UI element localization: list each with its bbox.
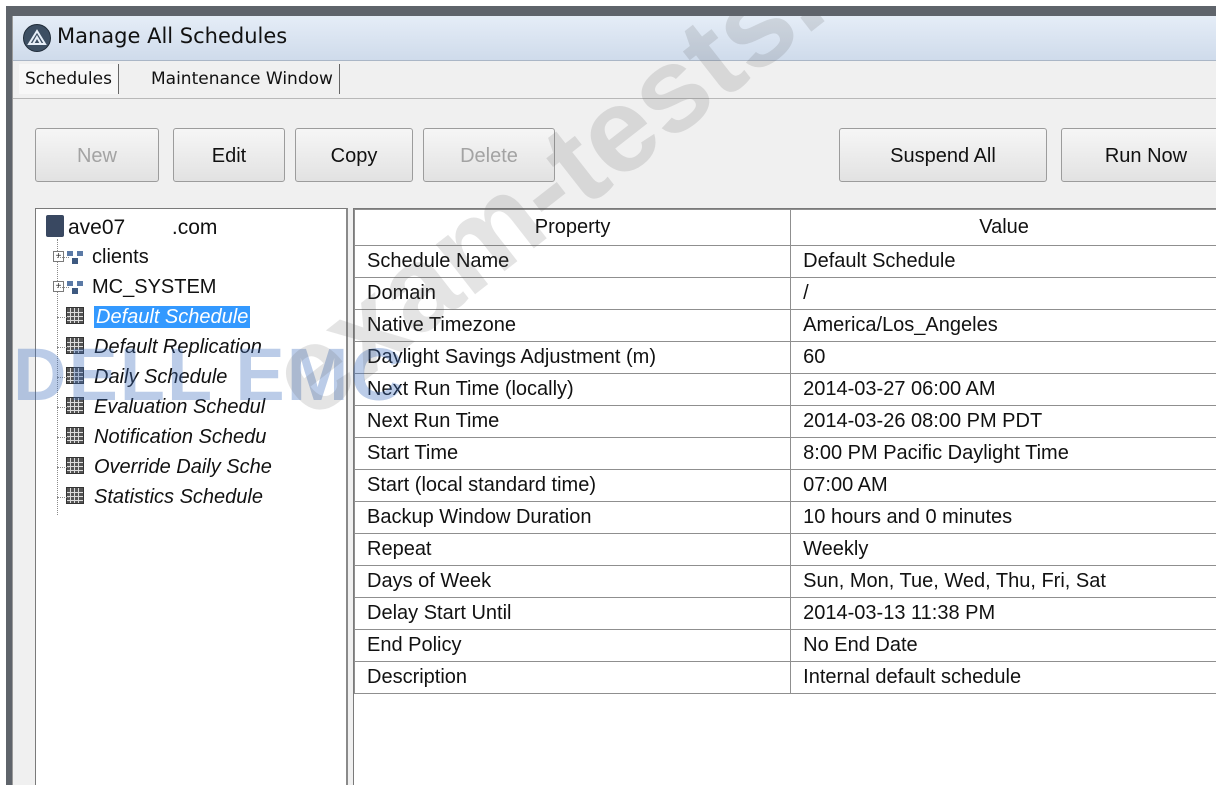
- tree-item-mc-system[interactable]: + MC_SYSTEM: [53, 273, 217, 301]
- property-value: 60: [790, 341, 1216, 374]
- property-name: Backup Window Duration: [354, 501, 792, 534]
- tree-item-label: Override Daily Sche: [94, 456, 272, 478]
- calendar-icon: [66, 427, 84, 444]
- manage-schedules-window: Manage All Schedules Schedules Maintenan…: [12, 16, 1216, 785]
- tree-item-label: Default Schedule: [94, 306, 251, 328]
- app-logo-icon: [23, 24, 51, 52]
- tree-item-label: MC_SYSTEM: [92, 276, 217, 298]
- property-value: 8:00 PM Pacific Daylight Time: [790, 437, 1216, 470]
- table-row[interactable]: Schedule Name Default Schedule: [354, 245, 1216, 278]
- suspend-all-button[interactable]: Suspend All: [839, 128, 1047, 182]
- tree-item-default-schedule[interactable]: Default Schedule: [57, 303, 251, 331]
- table-header-row: Property Value: [354, 209, 1216, 246]
- table-row[interactable]: End Policy No End Date: [354, 629, 1216, 662]
- calendar-icon: [66, 397, 84, 414]
- table-row[interactable]: Next Run Time 2014-03-26 08:00 PM PDT: [354, 405, 1216, 438]
- tree-item-label: Evaluation Schedul: [94, 396, 266, 418]
- table-row[interactable]: Description Internal default schedule: [354, 661, 1216, 694]
- column-header-value[interactable]: Value: [790, 209, 1216, 246]
- property-name: Daylight Savings Adjustment (m): [354, 341, 792, 374]
- tree-item-label: Statistics Schedule: [94, 486, 263, 508]
- property-value: 2014-03-13 11:38 PM: [790, 597, 1216, 630]
- property-name: Description: [354, 661, 792, 694]
- property-value: Weekly: [790, 533, 1216, 566]
- tree-item-label: clients: [92, 246, 149, 268]
- property-value: /: [790, 277, 1216, 310]
- tab-maintenance-window[interactable]: Maintenance Window: [145, 64, 340, 94]
- calendar-icon: [66, 307, 84, 324]
- tree-item-evaluation-schedule[interactable]: Evaluation Schedul: [57, 393, 266, 421]
- property-value: America/Los_Angeles: [790, 309, 1216, 342]
- property-value: 2014-03-26 08:00 PM PDT: [790, 405, 1216, 438]
- calendar-icon: [66, 457, 84, 474]
- tab-schedules[interactable]: Schedules: [19, 64, 119, 94]
- property-name: Next Run Time (locally): [354, 373, 792, 406]
- calendar-icon: [66, 337, 84, 354]
- property-name: Domain: [354, 277, 792, 310]
- tree-root-label: ave07 .com: [68, 216, 218, 239]
- tree-item-daily-schedule[interactable]: Daily Schedule: [57, 363, 228, 391]
- delete-button[interactable]: Delete: [423, 128, 555, 182]
- property-name: Start (local standard time): [354, 469, 792, 502]
- tab-strip: Schedules Maintenance Window: [13, 62, 1216, 99]
- property-value: 2014-03-27 06:00 AM: [790, 373, 1216, 406]
- properties-table: Property Value Schedule Name Default Sche…: [354, 209, 1216, 694]
- table-row[interactable]: Start (local standard time) 07:00 AM: [354, 469, 1216, 502]
- table-row[interactable]: Delay Start Until 2014-03-13 11:38 PM: [354, 597, 1216, 630]
- table-row[interactable]: Days of Week Sun, Mon, Tue, Wed, Thu, Fri…: [354, 565, 1216, 598]
- schedule-tree: ave07 .com + clients + MC_SYSTEM Default…: [35, 208, 348, 785]
- table-row[interactable]: Backup Window Duration 10 hours and 0 min…: [354, 501, 1216, 534]
- new-button[interactable]: New: [35, 128, 159, 182]
- calendar-icon: [66, 367, 84, 384]
- column-header-property[interactable]: Property: [354, 209, 792, 246]
- tree-item-label: Default Replication: [94, 336, 262, 358]
- property-name: Delay Start Until: [354, 597, 792, 630]
- property-name: Schedule Name: [354, 245, 792, 278]
- property-value: 07:00 AM: [790, 469, 1216, 502]
- property-name: Native Timezone: [354, 309, 792, 342]
- property-name: Start Time: [354, 437, 792, 470]
- copy-button[interactable]: Copy: [295, 128, 413, 182]
- table-row[interactable]: Start Time 8:00 PM Pacific Daylight Time: [354, 437, 1216, 470]
- property-name: Days of Week: [354, 565, 792, 598]
- property-value: 10 hours and 0 minutes: [790, 501, 1216, 534]
- properties-grid: Property Value Schedule Name Default Sche…: [353, 208, 1216, 785]
- table-row[interactable]: Repeat Weekly: [354, 533, 1216, 566]
- property-value: Default Schedule: [790, 245, 1216, 278]
- table-row[interactable]: Domain /: [354, 277, 1216, 310]
- tree-item-default-replication[interactable]: Default Replication: [57, 333, 262, 361]
- table-row[interactable]: Next Run Time (locally) 2014-03-27 06:00 …: [354, 373, 1216, 406]
- table-row[interactable]: Native Timezone America/Los_Angeles: [354, 309, 1216, 342]
- property-value: No End Date: [790, 629, 1216, 662]
- table-row[interactable]: Daylight Savings Adjustment (m) 60: [354, 341, 1216, 374]
- server-icon: [46, 215, 64, 237]
- property-name: Repeat: [354, 533, 792, 566]
- property-value: Internal default schedule: [790, 661, 1216, 694]
- run-now-button[interactable]: Run Now: [1061, 128, 1216, 182]
- tree-root[interactable]: ave07 .com: [46, 215, 217, 240]
- window-titlebar: Manage All Schedules: [13, 16, 1216, 61]
- tree-item-clients[interactable]: + clients: [53, 243, 149, 271]
- tree-item-notification-schedule[interactable]: Notification Schedu: [57, 423, 267, 451]
- property-value: Sun, Mon, Tue, Wed, Thu, Fri, Sat: [790, 565, 1216, 598]
- tree-item-override-daily-schedule[interactable]: Override Daily Sche: [57, 453, 272, 481]
- calendar-icon: [66, 487, 84, 504]
- property-name: End Policy: [354, 629, 792, 662]
- edit-button[interactable]: Edit: [173, 128, 285, 182]
- tree-item-label: Notification Schedu: [94, 426, 267, 448]
- property-name: Next Run Time: [354, 405, 792, 438]
- tree-item-statistics-schedule[interactable]: Statistics Schedule: [57, 483, 263, 511]
- window-title: Manage All Schedules: [57, 24, 288, 48]
- tree-item-label: Daily Schedule: [94, 366, 228, 388]
